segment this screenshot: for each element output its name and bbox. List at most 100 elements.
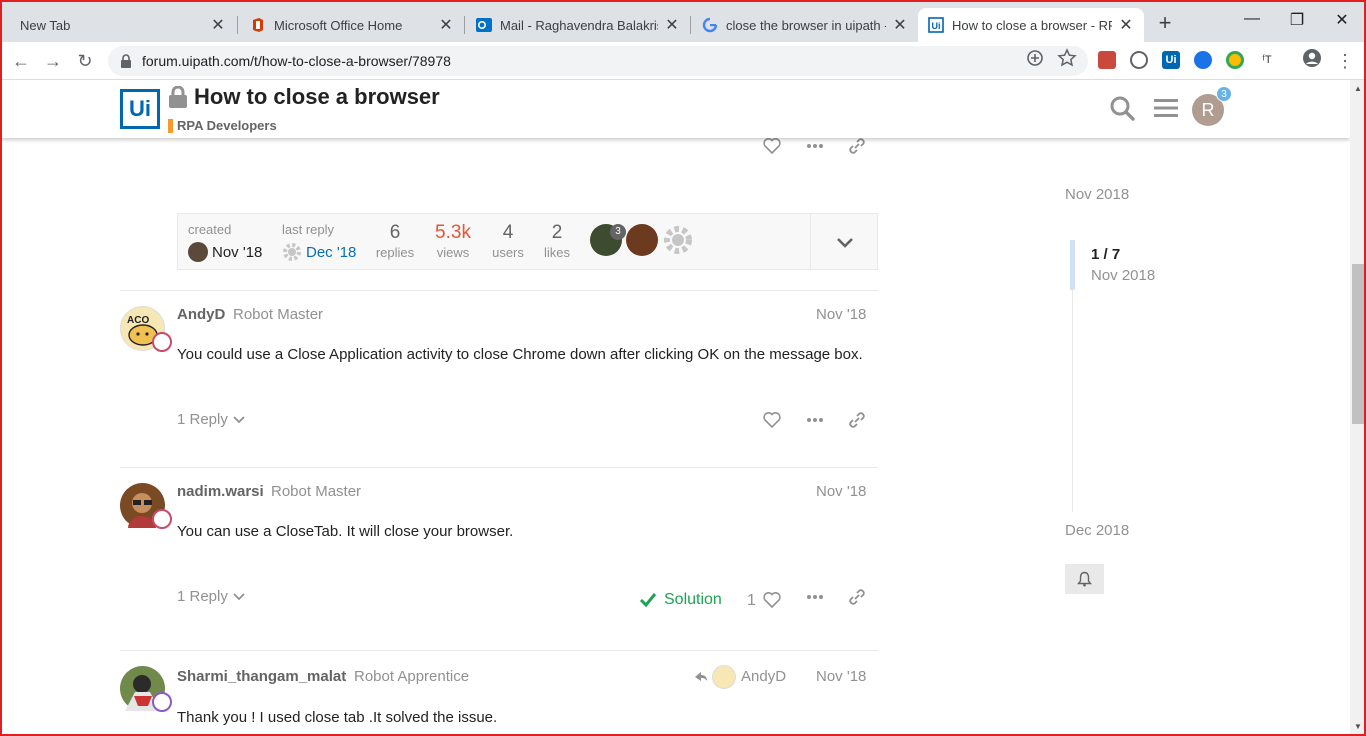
post-divider [120, 650, 878, 651]
post-date[interactable]: Nov '18 [816, 483, 866, 500]
browser-tab-strip: New Tab ✕ Microsoft Office Home ✕ Mail -… [0, 0, 1366, 46]
forward-arrow-icon[interactable]: → [42, 50, 64, 72]
reply-arrow-icon [695, 672, 707, 681]
post-body: You can use a CloseTab. It will close yo… [177, 523, 514, 540]
outlook-icon [476, 17, 492, 33]
notifications-button[interactable] [1065, 564, 1104, 594]
share-link-icon[interactable] [847, 136, 867, 156]
search-icon[interactable] [1108, 94, 1136, 122]
post-user-title: Robot Master [271, 483, 362, 500]
notification-badge[interactable]: 3 [1216, 86, 1232, 102]
reply-to-username[interactable]: AndyD [741, 668, 786, 685]
post-date[interactable]: Nov '18 [816, 668, 866, 685]
likes-count: 2 [551, 222, 563, 243]
chevron-down-icon [837, 238, 853, 248]
more-actions-icon[interactable] [805, 410, 825, 430]
post-user-title: Robot Master [233, 306, 324, 323]
tab-uipath-forum[interactable]: Ui How to close a browser - RPA D ✕ [918, 8, 1144, 42]
hamburger-menu-icon[interactable] [1152, 94, 1180, 122]
replies-label: 1 Reply [177, 588, 228, 605]
post-divider [120, 290, 878, 291]
profile-icon[interactable] [1302, 48, 1322, 68]
chrome-extension-icon[interactable] [1226, 51, 1244, 69]
topic-title[interactable]: How to close a browser [168, 84, 440, 110]
address-bar[interactable]: forum.uipath.com/t/how-to-close-a-browse… [108, 46, 1088, 76]
forum-page: Ui How to close a browser RPA Developers… [0, 80, 1350, 736]
uipath-extension-icon[interactable]: Ui [1162, 51, 1180, 69]
tab-close-icon[interactable]: ✕ [438, 15, 454, 35]
page-scrollbar[interactable]: ▲ ▼ [1350, 80, 1366, 736]
like-heart-icon[interactable] [762, 136, 782, 156]
gear-icon[interactable] [662, 224, 694, 256]
install-app-icon[interactable] [1025, 48, 1045, 68]
topic-map-expand-button[interactable] [810, 214, 878, 269]
minimize-button[interactable]: — [1240, 10, 1264, 34]
svg-text:ACO: ACO [127, 315, 149, 326]
post-divider [120, 467, 878, 468]
tab-close-icon[interactable]: ✕ [664, 15, 680, 35]
timeline-scroll-handle[interactable] [1070, 240, 1075, 290]
tab-close-icon[interactable]: ✕ [210, 15, 226, 35]
share-link-icon[interactable] [847, 410, 867, 430]
participant-avatar[interactable] [626, 224, 658, 256]
gear-icon[interactable] [282, 242, 302, 262]
browser-toolbar: ← → ↻ forum.uipath.com/t/how-to-close-a-… [0, 42, 1366, 80]
share-link-icon[interactable] [847, 587, 867, 607]
tab-mail[interactable]: Mail - Raghavendra Balakrishna ✕ [466, 8, 690, 42]
back-arrow-icon[interactable]: ← [10, 50, 32, 72]
translate-extension-icon[interactable]: ᶠT [1258, 51, 1276, 69]
clock-extension-icon[interactable] [1130, 51, 1148, 69]
tab-close-icon[interactable]: ✕ [1118, 15, 1134, 35]
scroll-down-arrow-icon[interactable]: ▼ [1354, 722, 1362, 731]
more-actions-icon[interactable] [805, 136, 825, 156]
replies-toggle[interactable]: 1 Reply [177, 588, 246, 605]
tab-close-icon[interactable]: ✕ [892, 15, 908, 35]
post-username[interactable]: nadim.warsi [177, 483, 264, 500]
tab-title: Microsoft Office Home [274, 17, 403, 33]
scrollbar-thumb[interactable] [1352, 264, 1364, 424]
creator-avatar[interactable] [188, 242, 208, 262]
search-extension-icon[interactable] [1194, 51, 1212, 69]
timeline-start-date[interactable]: Nov 2018 [1065, 186, 1129, 203]
views-count: 5.3k [435, 222, 471, 243]
timeline-end-date[interactable]: Dec 2018 [1065, 522, 1129, 539]
like-count[interactable]: 1 [747, 592, 756, 610]
scroll-up-arrow-icon[interactable]: ▲ [1354, 84, 1362, 93]
window-close-button[interactable]: ✕ [1330, 10, 1354, 34]
post-date[interactable]: Nov '18 [816, 306, 866, 323]
like-heart-icon[interactable] [762, 410, 782, 430]
tab-title: How to close a browser - RPA D [952, 17, 1112, 33]
new-tab-button[interactable]: + [1153, 12, 1177, 36]
svg-text:Ui: Ui [932, 21, 941, 31]
bookmark-star-icon[interactable] [1057, 48, 1077, 68]
tab-google-search[interactable]: close the browser in uipath - G ✕ [692, 8, 918, 42]
replies-label: replies [375, 245, 415, 260]
last-reply-date[interactable]: Dec '18 [306, 244, 356, 261]
post-user-title: Robot Apprentice [354, 668, 470, 685]
like-heart-icon[interactable] [762, 590, 782, 610]
tab-new-tab[interactable]: New Tab ✕ [10, 8, 236, 42]
google-icon [702, 17, 718, 33]
uipath-logo[interactable]: Ui [120, 89, 160, 129]
tab-separator [464, 16, 465, 34]
solution-button[interactable]: Solution [639, 591, 722, 609]
more-actions-icon[interactable] [805, 587, 825, 607]
category-badge[interactable]: RPA Developers [168, 118, 277, 133]
post-username[interactable]: Sharmi_thangam_malat [177, 668, 346, 685]
post-username[interactable]: AndyD [177, 306, 225, 323]
created-label: created [188, 222, 232, 237]
created-date[interactable]: Nov '18 [212, 244, 262, 261]
reload-icon[interactable]: ↻ [74, 50, 96, 72]
menu-kebab-icon[interactable]: ⋮ [1334, 50, 1356, 72]
pdf-extension-icon[interactable] [1098, 51, 1116, 69]
post-body: Thank you ! I used close tab .It solved … [177, 709, 498, 726]
tab-title: New Tab [20, 17, 71, 33]
lock-icon [121, 54, 131, 68]
replies-toggle[interactable]: 1 Reply [177, 411, 246, 428]
reply-to-avatar[interactable] [712, 665, 736, 689]
restore-button[interactable]: ❐ [1285, 10, 1309, 34]
tab-title: close the browser in uipath - G [726, 17, 886, 33]
last-reply-label: last reply [282, 222, 335, 237]
bell-icon [1077, 571, 1092, 587]
tab-office[interactable]: Microsoft Office Home ✕ [240, 8, 464, 42]
